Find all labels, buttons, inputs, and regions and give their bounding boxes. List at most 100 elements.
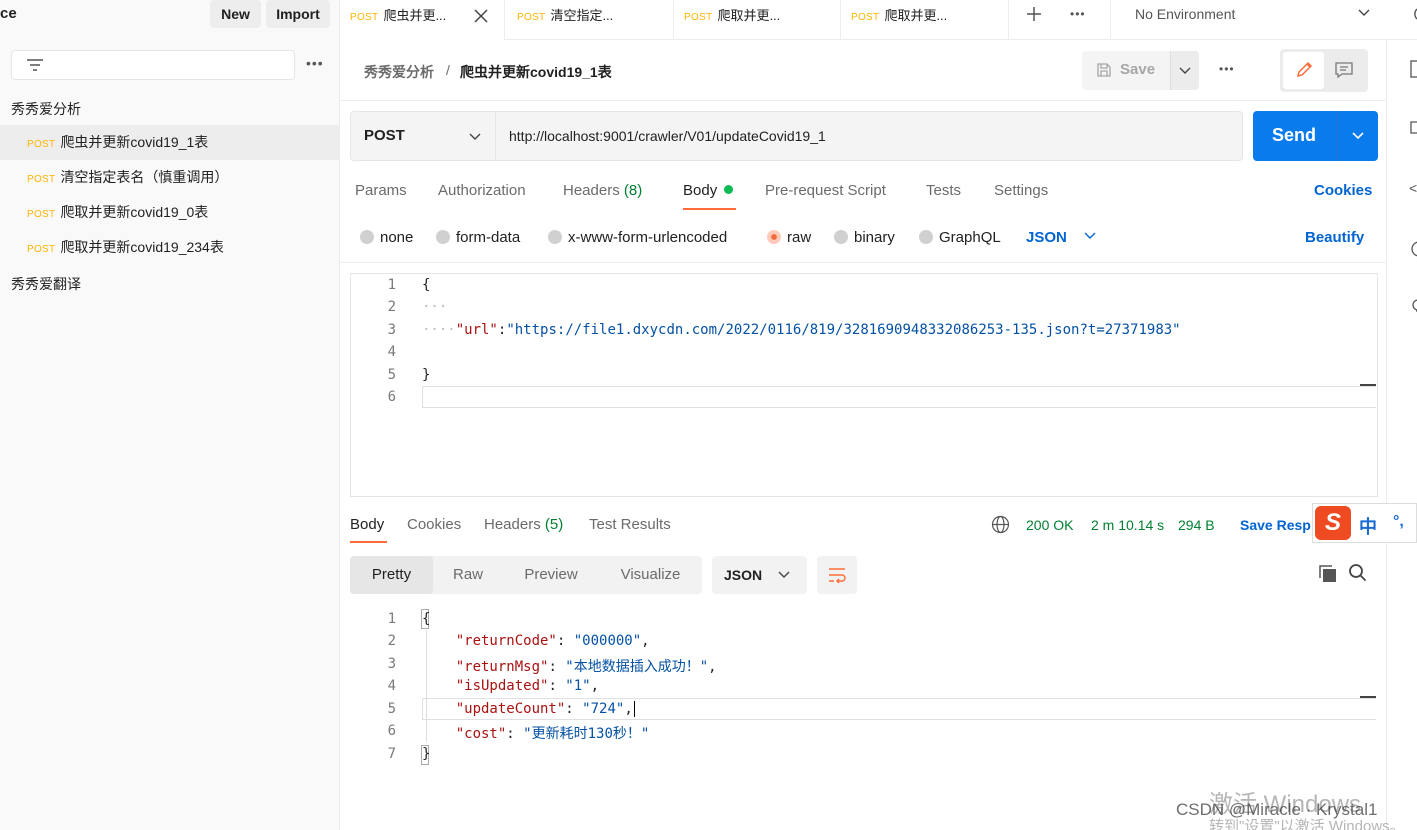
- ime-punct[interactable]: °,: [1393, 513, 1404, 531]
- filter-icon: [27, 59, 43, 71]
- radio-raw[interactable]: raw: [767, 229, 811, 246]
- documentation-icon[interactable]: [1407, 60, 1417, 80]
- line-number: 6: [387, 389, 396, 405]
- response-size[interactable]: 294 B: [1178, 517, 1215, 533]
- more-icon[interactable]: •••: [1070, 7, 1086, 21]
- radio-binary[interactable]: binary: [834, 229, 895, 246]
- scrollbar-marker: [1360, 384, 1376, 386]
- view-visualize[interactable]: Visualize: [599, 556, 702, 594]
- response-format-select[interactable]: JSON: [712, 556, 807, 594]
- code-line: {: [422, 611, 431, 627]
- request-item[interactable]: POST 爬取并更新covid19_234表: [0, 230, 339, 265]
- wrap-lines-button[interactable]: [817, 556, 857, 594]
- copy-icon[interactable]: [1318, 564, 1338, 584]
- tab-authorization[interactable]: Authorization: [438, 182, 526, 199]
- scrollbar-marker: [1360, 696, 1376, 698]
- tab-params[interactable]: Params: [355, 182, 407, 199]
- globe-icon[interactable]: [991, 515, 1010, 534]
- line-number: 1: [387, 611, 396, 627]
- filter-input[interactable]: [11, 50, 295, 80]
- sidebar: ce New Import ••• 秀秀爱分析 POST 爬虫并更新covid19…: [0, 0, 340, 830]
- chevron-down-icon[interactable]: [1351, 130, 1365, 142]
- new-button[interactable]: New: [210, 0, 261, 28]
- request-tab[interactable]: POST 清空指定...: [507, 0, 674, 40]
- view-preview[interactable]: Preview: [503, 556, 599, 594]
- radio-graphql[interactable]: GraphQL: [919, 229, 1001, 246]
- environment-select[interactable]: No Environment: [1135, 6, 1235, 22]
- code-line: "returnMsg": "本地数据插入成功！",: [455, 659, 717, 675]
- comments-icon[interactable]: [1407, 120, 1417, 138]
- chevron-down-icon[interactable]: [1358, 8, 1370, 18]
- line-number: 6: [387, 723, 396, 739]
- more-icon[interactable]: •••: [1219, 62, 1235, 76]
- comment-icon[interactable]: [1334, 61, 1354, 79]
- code-icon[interactable]: </: [1409, 180, 1417, 196]
- status-dot: [724, 185, 734, 194]
- search-icon[interactable]: [1348, 563, 1368, 583]
- tab-body[interactable]: Body: [683, 182, 734, 199]
- divider: [340, 262, 1386, 263]
- view-mode-group: Pretty Raw Preview Visualize: [350, 556, 702, 594]
- response-time[interactable]: 2 m 10.14 s: [1091, 517, 1164, 533]
- page-title[interactable]: 爬虫并更新covid19_1表: [460, 62, 612, 82]
- ime-lang[interactable]: 中: [1359, 513, 1377, 539]
- cookies-link[interactable]: Cookies: [1314, 182, 1372, 199]
- view-raw[interactable]: Raw: [433, 556, 503, 594]
- request-tab[interactable]: POST 爬虫并更...: [340, 0, 505, 40]
- radio-urlencoded[interactable]: x-www-form-urlencoded: [548, 229, 727, 246]
- info-icon[interactable]: [1407, 240, 1417, 258]
- request-item[interactable]: POST 清空指定表名（慎重调用）: [0, 160, 339, 195]
- edit-button[interactable]: [1283, 52, 1324, 89]
- save-dropdown[interactable]: [1170, 51, 1199, 90]
- tab-response-headers[interactable]: Headers (5): [484, 516, 563, 533]
- tab-test-results[interactable]: Test Results: [589, 516, 671, 533]
- collection-item[interactable]: 秀秀爱分析: [11, 99, 81, 119]
- code-line: "isUpdated": "1",: [455, 678, 600, 694]
- breadcrumb-separator: /: [446, 62, 450, 78]
- plus-icon[interactable]: [1026, 6, 1042, 22]
- import-button[interactable]: Import: [266, 0, 330, 28]
- chevron-down-icon: [778, 571, 790, 578]
- tab-headers[interactable]: Headers (8): [563, 182, 642, 199]
- save-response-button[interactable]: Save Resp: [1240, 517, 1311, 533]
- request-body-editor[interactable]: [350, 273, 1378, 497]
- divider: [495, 112, 496, 160]
- tab-tests[interactable]: Tests: [926, 182, 961, 199]
- divider: [1337, 111, 1338, 161]
- send-button[interactable]: Send: [1253, 111, 1378, 161]
- request-item[interactable]: POST 爬虫并更新covid19_1表: [0, 125, 339, 160]
- radio-none[interactable]: none: [360, 229, 413, 246]
- code-line: "returnCode": "000000",: [455, 633, 650, 649]
- breadcrumb-collection[interactable]: 秀秀爱分析: [364, 62, 434, 82]
- chevron-down-icon[interactable]: [1084, 231, 1096, 241]
- url-input[interactable]: http://localhost:9001/crawler/V01/update…: [509, 128, 826, 144]
- status-code[interactable]: 200 OK: [1026, 517, 1073, 533]
- wrap-icon: [829, 568, 846, 584]
- lightbulb-icon[interactable]: [1407, 298, 1417, 316]
- tab-response-cookies[interactable]: Cookies: [407, 516, 461, 533]
- save-icon: [1097, 63, 1111, 77]
- sogou-logo[interactable]: S: [1315, 506, 1351, 540]
- beautify-link[interactable]: Beautify: [1305, 229, 1364, 246]
- view-pretty[interactable]: Pretty: [350, 556, 433, 594]
- ime-toolbar: S 中 °,: [1312, 503, 1417, 543]
- method-select[interactable]: POST: [364, 127, 405, 144]
- request-header: 秀秀爱分析 / 爬虫并更新covid19_1表 Save •••: [340, 40, 1386, 101]
- close-icon[interactable]: [474, 9, 488, 23]
- body-format-select[interactable]: JSON: [1026, 229, 1067, 246]
- tab-settings[interactable]: Settings: [994, 182, 1048, 199]
- collection-item[interactable]: 秀秀爱翻译: [11, 274, 81, 294]
- radio-form-data[interactable]: form-data: [436, 229, 520, 246]
- eye-icon[interactable]: [1408, 6, 1417, 22]
- line-number: 7: [387, 746, 396, 762]
- request-tab[interactable]: POST 爬取并更...: [674, 0, 841, 40]
- request-tab[interactable]: POST 爬取并更...: [841, 0, 1009, 40]
- chevron-down-icon[interactable]: [469, 132, 481, 142]
- more-icon[interactable]: •••: [306, 55, 324, 71]
- windows-activation-hint: 转到"设置"以激活 Windows。: [1209, 818, 1405, 830]
- tab-pre-request-script[interactable]: Pre-request Script: [765, 182, 886, 199]
- right-toolbar: </: [1386, 40, 1417, 830]
- tab-response-body[interactable]: Body: [350, 516, 384, 533]
- code-line: ····"url":"https://file1.dxycdn.com/2022…: [422, 322, 1181, 338]
- request-item[interactable]: POST 爬取并更新covid19_0表: [0, 195, 339, 230]
